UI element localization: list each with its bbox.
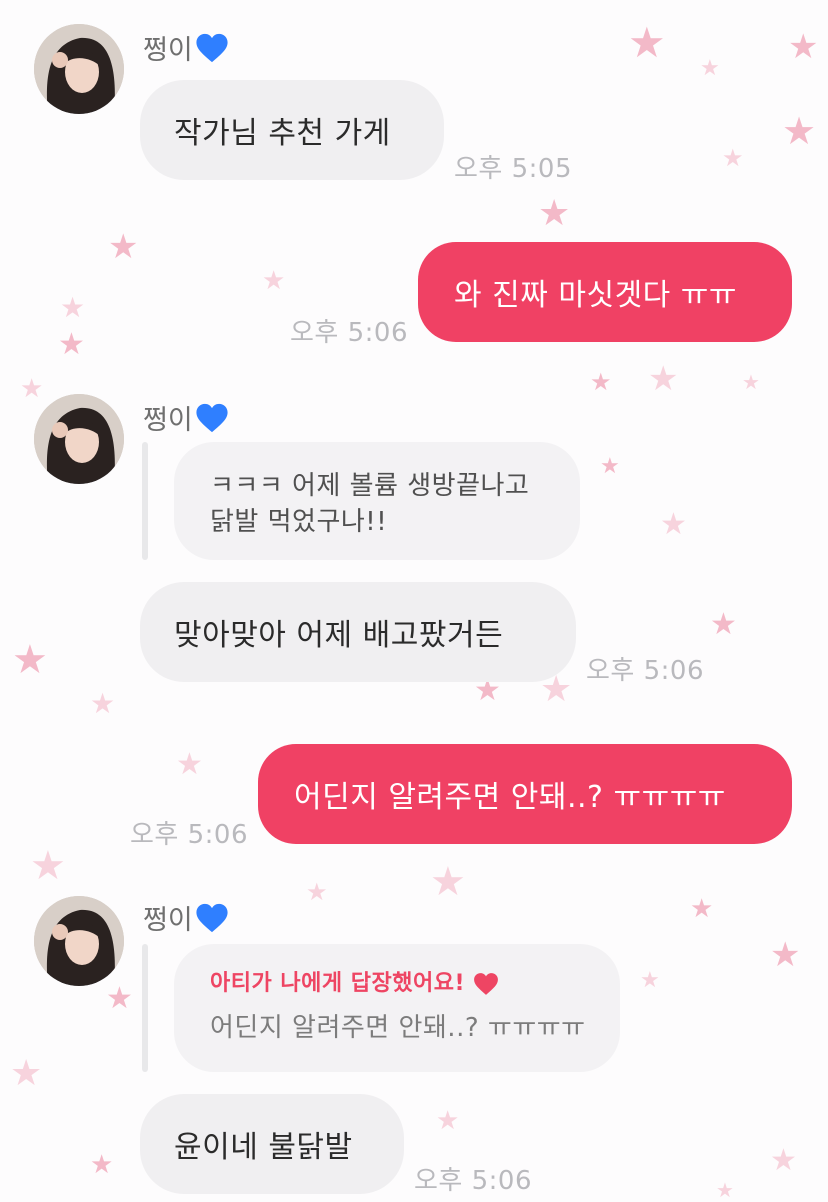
- avatar[interactable]: [34, 24, 124, 114]
- star-icon: ★: [600, 454, 620, 479]
- message-bubble-incoming[interactable]: 맞아맞아 어제 배고팠거든: [140, 582, 576, 682]
- star-icon: ★: [12, 637, 48, 683]
- message-text: 와 진짜 마싯겟다 ㅠㅠ: [454, 278, 738, 313]
- star-icon: ★: [722, 144, 744, 172]
- red-heart-icon: [473, 972, 499, 996]
- message-time: 오후 5:06: [414, 1166, 532, 1196]
- message-text: 맞아맞아 어제 배고팠거든: [174, 618, 504, 653]
- star-icon: ★: [660, 507, 687, 542]
- avatar[interactable]: [34, 896, 124, 986]
- sender-name: 쩡이: [143, 898, 229, 937]
- star-icon: ★: [782, 109, 817, 153]
- message-bubble-incoming[interactable]: 윤이네 불닭발: [140, 1094, 404, 1194]
- message-time: 오후 5:05: [454, 154, 572, 184]
- star-icon: ★: [430, 859, 466, 905]
- quoted-message[interactable]: ㅋㅋㅋ 어제 볼륨 생방끝나고 닭발 먹었구나!!: [174, 442, 580, 560]
- star-icon: ★: [788, 27, 819, 67]
- star-icon: ★: [10, 1053, 43, 1094]
- message-time: 오후 5:06: [586, 656, 704, 686]
- star-icon: ★: [648, 359, 679, 399]
- star-icon: ★: [640, 968, 660, 993]
- profile-photo: [34, 896, 124, 986]
- star-icon: ★: [306, 878, 328, 906]
- reply-preview[interactable]: 아티가 나에게 답장했어요! 어딘지 알려주면 안돼..? ㅠㅠㅠㅠ: [174, 944, 620, 1072]
- star-icon: ★: [710, 607, 737, 642]
- message-text: 어딘지 알려주면 안돼..? ㅠㅠㅠㅠ: [294, 780, 726, 815]
- quote-line: 닭발 먹었구나!!: [210, 507, 388, 537]
- star-icon: ★: [108, 227, 139, 267]
- avatar[interactable]: [34, 394, 124, 484]
- star-icon: ★: [90, 687, 116, 720]
- star-icon: ★: [176, 747, 203, 782]
- star-icon: ★: [436, 1106, 460, 1136]
- blue-heart-icon: [195, 32, 229, 64]
- star-icon: ★: [262, 266, 286, 296]
- blue-heart-icon: [195, 902, 229, 934]
- star-icon: ★: [770, 935, 801, 975]
- star-icon: ★: [628, 18, 666, 67]
- reply-label-text: 아티가 나에게 답장했어요!: [210, 971, 465, 996]
- reply-quoted-text: 어딘지 알려주면 안돼..? ㅠㅠㅠㅠ: [210, 1013, 586, 1043]
- star-icon: ★: [590, 368, 612, 396]
- message-bubble-outgoing[interactable]: 와 진짜 마싯겟다 ㅠㅠ: [418, 242, 792, 342]
- message-time: 오후 5:06: [130, 820, 248, 850]
- star-icon: ★: [58, 327, 85, 362]
- sender-name-text: 쩡이: [143, 35, 193, 66]
- quote-bar: [142, 442, 148, 560]
- star-icon: ★: [770, 1143, 797, 1178]
- message-bubble-incoming[interactable]: 작가님 추천 가게: [140, 80, 444, 180]
- star-icon: ★: [90, 1150, 114, 1180]
- sender-name-text: 쩡이: [143, 905, 193, 936]
- message-text: 작가님 추천 가게: [174, 116, 391, 151]
- sender-name: 쩡이: [143, 28, 229, 67]
- star-icon: ★: [60, 291, 86, 324]
- reply-label: 아티가 나에게 답장했어요!: [210, 966, 584, 1002]
- blue-heart-icon: [195, 402, 229, 434]
- profile-photo: [34, 394, 124, 484]
- star-icon: ★: [716, 1178, 734, 1202]
- sender-name-text: 쩡이: [143, 405, 193, 436]
- star-icon: ★: [700, 56, 720, 81]
- sender-name: 쩡이: [143, 398, 229, 437]
- profile-photo: [34, 24, 124, 114]
- quote-line: ㅋㅋㅋ 어제 볼륨 생방끝나고: [210, 471, 530, 501]
- message-text: 윤이네 불닭발: [174, 1130, 353, 1165]
- star-icon: ★: [20, 374, 44, 404]
- star-icon: ★: [538, 193, 571, 234]
- quote-bar: [142, 944, 148, 1072]
- star-icon: ★: [690, 894, 714, 924]
- star-icon: ★: [30, 843, 66, 889]
- star-icon: ★: [742, 370, 760, 394]
- message-bubble-outgoing[interactable]: 어딘지 알려주면 안돼..? ㅠㅠㅠㅠ: [258, 744, 792, 844]
- message-time: 오후 5:06: [290, 318, 408, 348]
- star-icon: ★: [106, 981, 133, 1016]
